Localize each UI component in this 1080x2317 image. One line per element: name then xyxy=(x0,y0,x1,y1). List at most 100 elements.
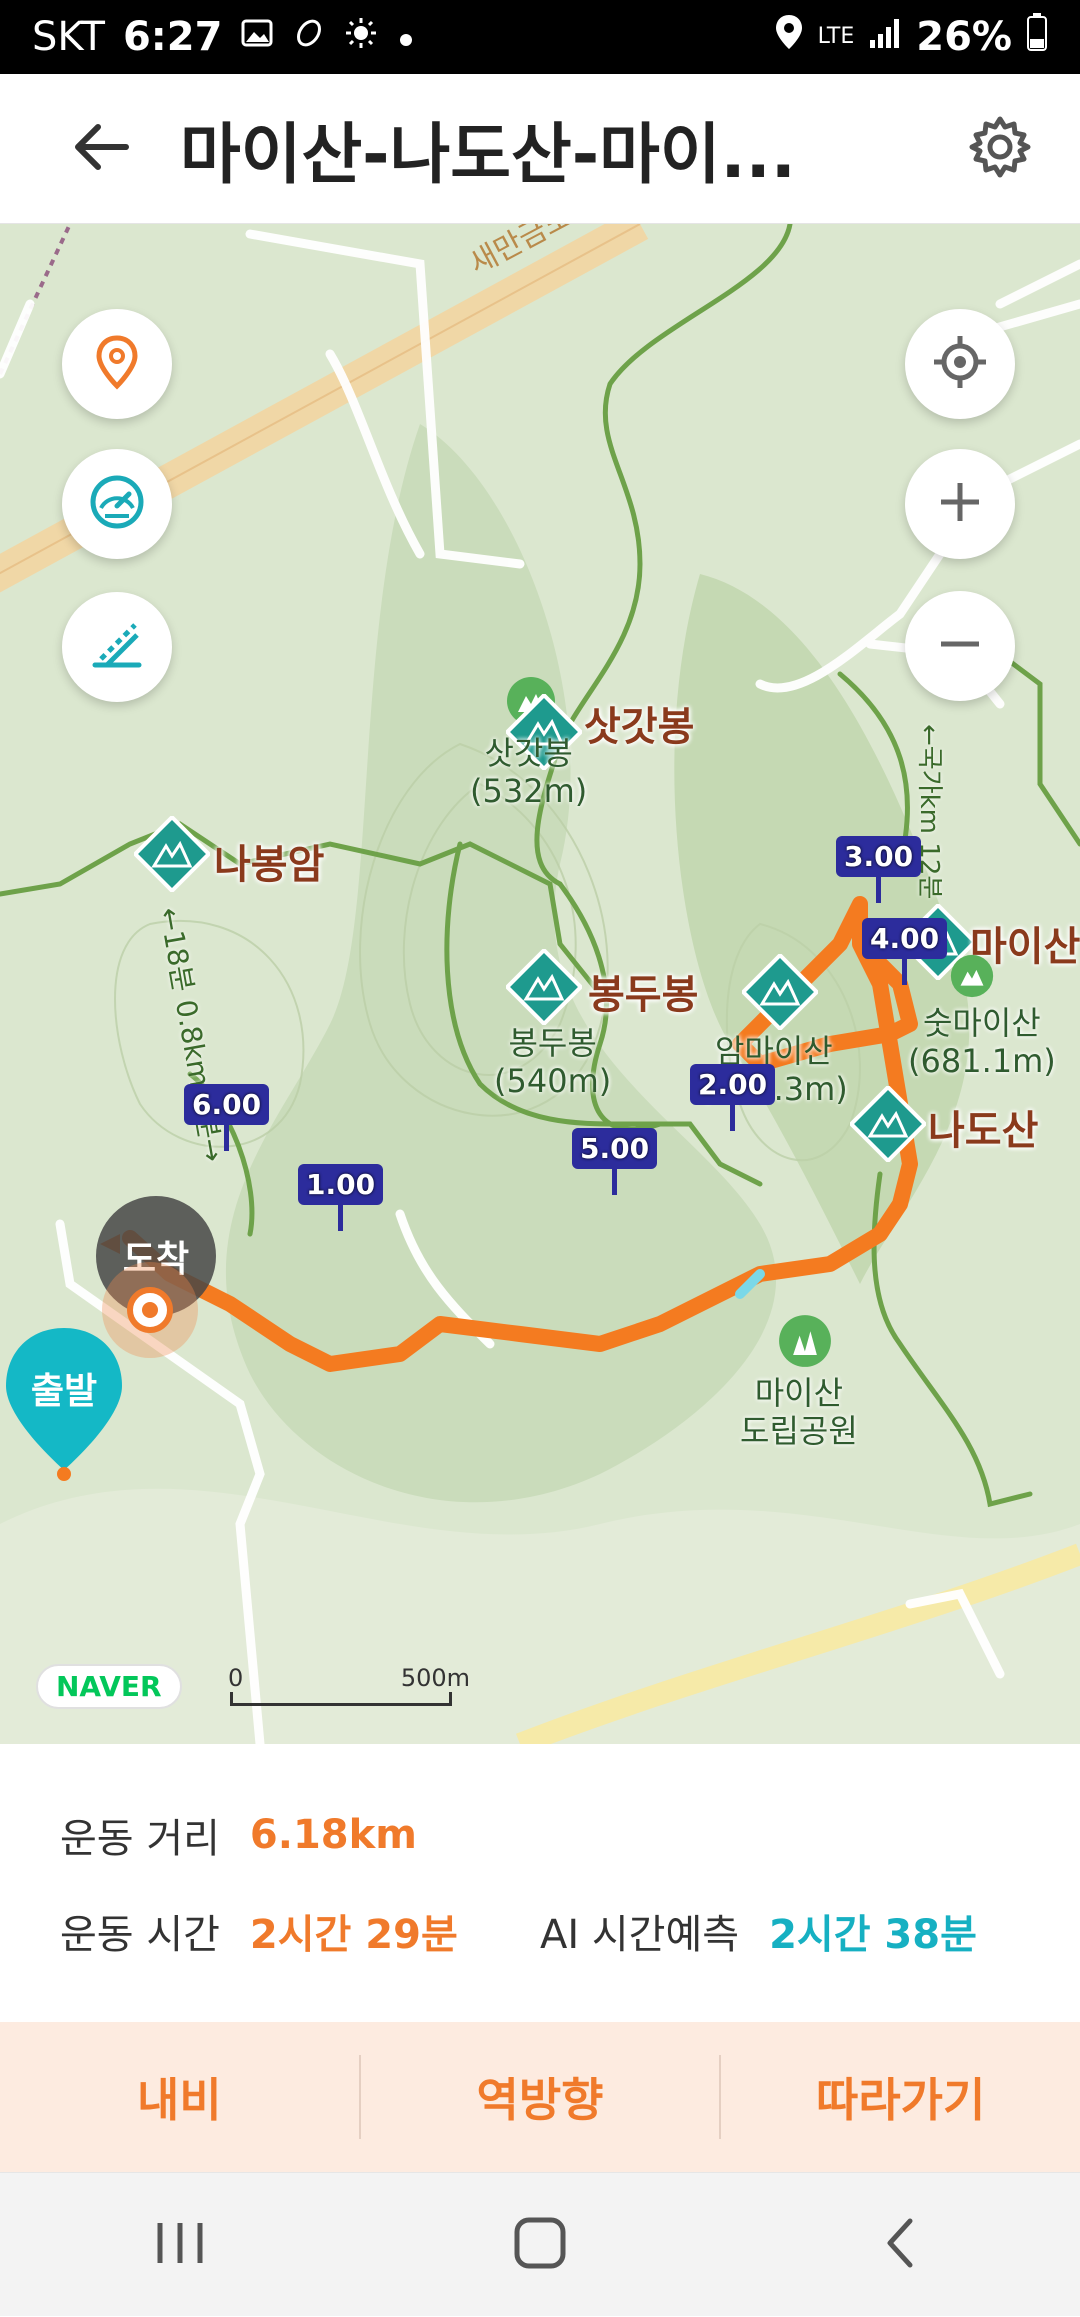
start-label: 출발 xyxy=(30,1371,98,1412)
gallery-icon xyxy=(240,14,274,60)
peak-sub-name: 봉두봉 xyxy=(508,1024,597,1062)
peak-icon[interactable] xyxy=(740,952,820,1034)
km-marker-label: 6.00 xyxy=(184,1084,270,1125)
ai-time-row: AI 시간예측 2시간 38분 xyxy=(540,1902,977,1960)
peak-name: 삿갓봉 xyxy=(584,704,695,750)
back-button[interactable] xyxy=(40,74,160,224)
battery-icon xyxy=(1026,13,1048,61)
km-marker: 5.00 xyxy=(572,1128,658,1195)
location-icon xyxy=(774,13,804,61)
current-location-button[interactable] xyxy=(905,309,1015,419)
start-marker[interactable]: 출발 xyxy=(2,1324,126,1484)
distance-label: 운동 거리 xyxy=(60,1816,220,1862)
km-marker-pole xyxy=(612,1169,618,1195)
km-marker: 3.00 xyxy=(836,836,922,903)
ai-time-label: AI 시간예측 xyxy=(540,1912,740,1958)
gear-icon xyxy=(968,115,1032,183)
recent-apps-button[interactable] xyxy=(100,2173,260,2317)
status-bar: SKT 6:27 LTE 26% xyxy=(0,0,1080,74)
time-row: 운동 시간 2시간 29분 xyxy=(60,1902,458,1960)
chevron-left-icon xyxy=(880,2215,920,2275)
peak-icon[interactable] xyxy=(848,1084,928,1166)
scale-max: 500m xyxy=(400,1664,470,1692)
action-bar: 내비 역방향 따라가기 xyxy=(0,2022,1080,2172)
stats-panel: 운동 거리 6.18km 운동 시간 2시간 29분 AI 시간예측 2시간 3… xyxy=(0,1746,1080,2024)
reverse-button[interactable]: 역방향 xyxy=(361,2022,720,2172)
minus-icon xyxy=(935,619,985,673)
km-marker-label: 4.00 xyxy=(862,918,948,959)
peak-sub-name: 삿갓봉 xyxy=(484,734,573,772)
page-title: 마이산-나도산-마이... xyxy=(180,115,796,193)
km-marker-pole xyxy=(902,959,908,985)
peak-name: 봉두봉 xyxy=(588,972,699,1018)
network-label: LTE xyxy=(817,24,855,49)
peak-name: 나도산 xyxy=(928,1108,1039,1154)
recent-apps-icon xyxy=(150,2218,210,2272)
time-label: 운동 시간 xyxy=(60,1912,220,1958)
park-label: 마이산 도립공원 xyxy=(740,1374,858,1450)
slope-icon xyxy=(87,615,147,679)
peak-name: 나봉암 xyxy=(214,842,325,888)
park-marker-icon xyxy=(950,954,994,1002)
peak-info: 봉두봉 (540m) xyxy=(494,1024,611,1100)
km-marker-pole xyxy=(730,1105,736,1131)
peak-icon[interactable] xyxy=(132,814,212,896)
peak-icon[interactable] xyxy=(504,947,584,1029)
speed-button[interactable] xyxy=(62,449,172,559)
map-scale: 0 500m xyxy=(228,1664,470,1712)
zoom-in-button[interactable] xyxy=(905,449,1015,559)
clock: 6:27 xyxy=(122,14,223,60)
notification-dot-icon xyxy=(396,14,416,60)
app-header: 마이산-나도산-마이... xyxy=(0,74,1080,224)
map-view[interactable]: 새만금포항 ←18분 0.8km 1분→ ←국가km 12분 삿갓봉 삿갓봉 (… xyxy=(0,224,1080,1744)
system-back-button[interactable] xyxy=(820,2173,980,2317)
park-marker-icon xyxy=(778,1314,832,1372)
time-value: 2시간 29분 xyxy=(249,1912,458,1958)
park-label-line1: 마이산 xyxy=(754,1374,844,1412)
park-label-line2: 도립공원 xyxy=(740,1412,858,1450)
peak-elevation: (532m) xyxy=(470,772,588,810)
km-marker-label: 1.00 xyxy=(298,1164,384,1205)
scale-line xyxy=(230,1692,452,1706)
follow-button[interactable]: 따라가기 xyxy=(721,2022,1080,2172)
home-icon xyxy=(512,2215,568,2275)
km-marker: 2.00 xyxy=(690,1064,776,1131)
speedometer-icon xyxy=(87,472,147,536)
my-location-pin-button[interactable] xyxy=(62,309,172,419)
lte-icon: LTE xyxy=(818,26,855,48)
peak-elevation: (681.1m) xyxy=(908,1042,1056,1080)
altitude-button[interactable] xyxy=(62,592,172,702)
scale-zero: 0 xyxy=(228,1664,244,1692)
settings-button[interactable] xyxy=(960,109,1040,189)
home-button[interactable] xyxy=(460,2173,620,2317)
battery-percent: 26% xyxy=(916,14,1012,60)
map-pin-icon xyxy=(93,334,141,394)
signal-icon xyxy=(868,14,902,60)
peak-info: 삿갓봉 (532m) xyxy=(470,734,587,810)
peak-sub-name: 숫마이산 xyxy=(922,1004,1041,1042)
peak-elevation: (540m) xyxy=(494,1062,612,1100)
system-nav-bar xyxy=(0,2172,1080,2316)
km-marker: 6.00 xyxy=(184,1084,270,1151)
ai-time-value: 2시간 38분 xyxy=(769,1912,977,1958)
km-marker-label: 3.00 xyxy=(836,836,922,877)
peak-info: 숫마이산 (681.1m) xyxy=(908,1004,1056,1080)
km-marker-pole xyxy=(876,877,882,903)
km-marker-label: 2.00 xyxy=(690,1064,776,1105)
zoom-out-button[interactable] xyxy=(905,591,1015,701)
km-marker-pole xyxy=(338,1205,344,1231)
fitness-icon xyxy=(292,14,326,60)
naver-logo: NAVER xyxy=(36,1664,182,1709)
km-marker-label: 5.00 xyxy=(572,1128,658,1169)
carrier-label: SKT xyxy=(32,14,105,60)
brightness-icon xyxy=(344,14,378,60)
plus-icon xyxy=(935,477,985,531)
arrow-left-icon xyxy=(70,122,130,176)
navi-button[interactable]: 내비 xyxy=(0,2022,359,2172)
km-marker-pole xyxy=(224,1125,230,1151)
km-marker: 4.00 xyxy=(862,918,948,985)
km-marker: 1.00 xyxy=(298,1164,384,1231)
crosshair-icon xyxy=(930,332,990,396)
distance-row: 운동 거리 6.18km xyxy=(60,1806,417,1864)
distance-value: 6.18km xyxy=(249,1812,417,1858)
